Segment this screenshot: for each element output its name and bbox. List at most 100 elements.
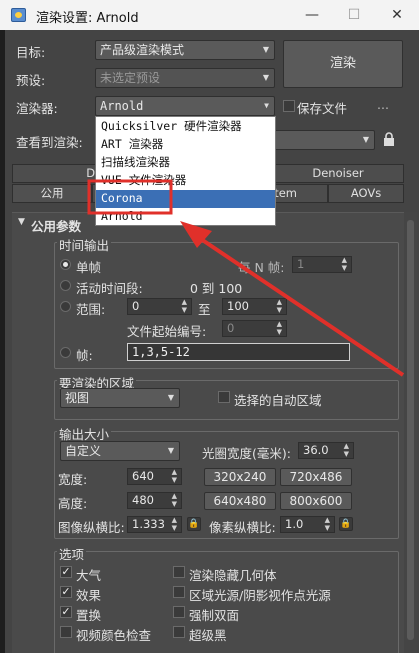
spinner-arrows-icon[interactable]: ▲ ▼	[172, 516, 177, 532]
spinner-arrows-icon[interactable]: ▲ ▼	[344, 442, 349, 458]
rollout-title[interactable]: 公用参数	[31, 216, 81, 235]
tab-aovs[interactable]: AOVs	[328, 184, 404, 203]
auto-region-label: 选择的自动区域	[234, 393, 322, 408]
spinner-arrows-icon[interactable]: ▲ ▼	[277, 298, 282, 314]
size-640x480-button[interactable]: 640x480	[204, 492, 276, 510]
aperture-spinner[interactable]: 36.0 ▲ ▼	[298, 442, 354, 459]
every-n-value: 1	[297, 257, 305, 271]
option-checkbox-4[interactable]: ✓	[60, 606, 72, 618]
tab-common[interactable]: 公用	[12, 184, 92, 203]
single-frame-radio[interactable]	[60, 259, 71, 270]
chevron-down-icon: ▼	[167, 446, 174, 455]
option-checkbox-0[interactable]: ✓	[60, 566, 72, 578]
height-value: 480	[132, 493, 154, 507]
option-arnold[interactable]: Arnold	[96, 208, 275, 226]
pixel-aspect-lock-icon[interactable]: 🔒	[339, 517, 353, 531]
option-checkbox-6[interactable]	[60, 626, 72, 638]
target-label: 目标:	[16, 45, 46, 60]
option-label-2: 效果	[76, 588, 102, 603]
file-start-spinner[interactable]: 0 ▲ ▼	[222, 320, 287, 337]
option-art[interactable]: ART 渲染器	[96, 136, 275, 154]
aperture-label: 光圈宽度(毫米):	[202, 446, 291, 461]
range-radio[interactable]	[60, 301, 71, 312]
scrollbar[interactable]	[404, 212, 417, 653]
option-corona[interactable]: Corona	[96, 190, 275, 208]
auto-region-checkbox[interactable]	[218, 391, 230, 403]
options-title: 选项	[57, 544, 87, 563]
width-spinner[interactable]: 640 ▲ ▼	[127, 468, 182, 485]
renderer-label: 渲染器:	[16, 101, 58, 116]
size-720x486-button[interactable]: 720x486	[280, 468, 352, 486]
size-320x240-button[interactable]: 320x240	[204, 468, 276, 486]
active-segment-radio[interactable]	[60, 280, 71, 291]
range-to-label: 至	[198, 302, 211, 317]
option-scanline[interactable]: 扫描线渲染器	[96, 154, 275, 172]
output-size-dropdown[interactable]: 自定义 ▼	[60, 441, 180, 461]
option-vue[interactable]: VUE 文件渲染器	[96, 172, 275, 190]
frames-input[interactable]: 1,3,5-12	[127, 343, 350, 361]
range-to-spinner[interactable]: 100 ▲ ▼	[222, 298, 287, 315]
option-checkbox-7[interactable]	[173, 626, 185, 638]
frames-label: 帧:	[76, 348, 93, 363]
spinner-arrows-icon[interactable]: ▲ ▼	[325, 516, 330, 532]
lock-icon[interactable]	[381, 131, 397, 147]
every-n-spinner[interactable]: 1 ▲ ▼	[292, 256, 352, 273]
renderer-value: Arnold	[100, 99, 144, 113]
tab-denoiser[interactable]: Denoiser	[272, 164, 404, 183]
range-label: 范围:	[76, 302, 106, 317]
file-start-value: 0	[227, 321, 235, 335]
more-button[interactable]: ...	[377, 97, 389, 112]
save-file-label: 保存文件	[297, 101, 348, 116]
renderer-dropdown-list: Quicksilver 硬件渲染器 ART 渲染器 扫描线渲染器 VUE 文件渲…	[95, 116, 276, 226]
rollout-toggle-icon[interactable]: ▼	[18, 217, 25, 227]
maximize-button[interactable]: ☐	[333, 0, 375, 30]
every-n-label: 每 N 帧:	[238, 260, 285, 275]
common-parameters-panel: ▼ 公用参数 时间输出 单帧 每 N 帧: 1 ▲ ▼ 活动时间段: 0 到 10…	[12, 212, 404, 653]
pixel-aspect-label: 像素纵横比:	[209, 520, 276, 535]
preset-dropdown[interactable]: 未选定预设 ▼	[95, 68, 275, 88]
spinner-arrows-icon[interactable]: ▲ ▼	[182, 298, 187, 314]
size-800x600-button[interactable]: 800x600	[280, 492, 352, 510]
option-checkbox-1[interactable]	[173, 566, 185, 578]
option-label-3: 区域光源/阴影视作点光源	[189, 588, 331, 603]
spinner-arrows-icon[interactable]: ▲ ▼	[172, 468, 177, 484]
chevron-down-icon: ▼	[262, 73, 269, 82]
spinner-arrows-icon[interactable]: ▲ ▼	[277, 320, 282, 336]
option-checkbox-2[interactable]: ✓	[60, 586, 72, 598]
range-from-spinner[interactable]: 0 ▲ ▼	[127, 298, 192, 315]
preset-label: 预设:	[16, 73, 46, 88]
file-start-label: 文件起始编号:	[127, 324, 207, 339]
pixel-aspect-spinner[interactable]: 1.0 ▲ ▼	[280, 516, 335, 533]
image-aspect-label: 图像纵横比:	[58, 520, 125, 535]
image-aspect-value: 1.333	[132, 517, 165, 531]
chevron-down-icon: ▼	[262, 45, 269, 54]
scrollbar-thumb[interactable]	[407, 220, 414, 640]
target-value: 产品级渲染模式	[100, 43, 185, 57]
height-label: 高度:	[58, 496, 88, 511]
preset-value: 未选定预设	[100, 71, 161, 85]
save-file-checkbox[interactable]	[283, 100, 295, 112]
spinner-arrows-icon[interactable]: ▲ ▼	[172, 492, 177, 508]
frames-radio[interactable]	[60, 347, 71, 358]
image-aspect-spinner[interactable]: 1.333 ▲ ▼	[127, 516, 182, 533]
chevron-down-icon: ▼	[362, 135, 369, 144]
close-button[interactable]: ✕	[376, 0, 418, 30]
renderer-dropdown[interactable]: Arnold ▼	[95, 96, 275, 116]
option-checkbox-3[interactable]	[173, 586, 185, 598]
image-aspect-lock-icon[interactable]: 🔒	[187, 517, 201, 531]
pixel-aspect-value: 1.0	[285, 517, 304, 531]
active-segment-label: 活动时间段:	[76, 281, 143, 296]
width-label: 宽度:	[58, 472, 88, 487]
target-dropdown[interactable]: 产品级渲染模式 ▼	[95, 40, 275, 60]
option-quicksilver[interactable]: Quicksilver 硬件渲染器	[96, 118, 275, 136]
option-checkbox-5[interactable]	[173, 606, 185, 618]
width-value: 640	[132, 469, 154, 483]
viewport-edge	[0, 30, 5, 653]
window-title: 渲染设置: Arnold	[36, 11, 139, 26]
render-button[interactable]: 渲染	[283, 40, 403, 88]
render-area-dropdown[interactable]: 视图 ▼	[60, 388, 180, 408]
spinner-arrows-icon[interactable]: ▲ ▼	[342, 256, 347, 272]
range-to-value: 100	[227, 299, 249, 313]
minimize-button[interactable]: —	[291, 0, 333, 30]
height-spinner[interactable]: 480 ▲ ▼	[127, 492, 182, 509]
